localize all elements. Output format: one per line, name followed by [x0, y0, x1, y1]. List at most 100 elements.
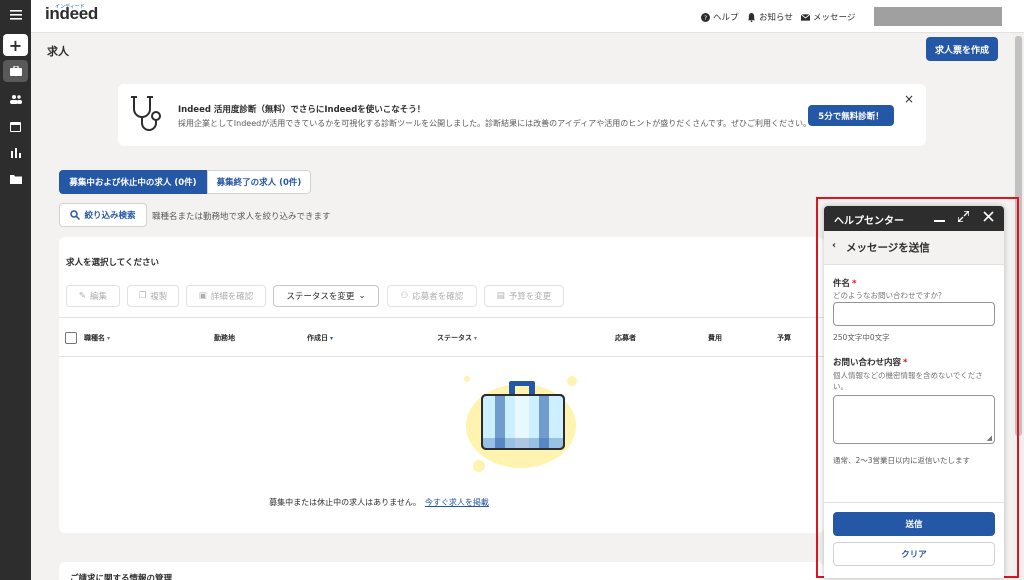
svg-text:?: ?	[704, 15, 707, 22]
tab-open-jobs[interactable]: 募集中および休止中の求人 (0件)	[59, 170, 207, 194]
promo-banner: Indeed 活用度診断（無料）でさらにIndeedを使いこなそう！ 採用企業と…	[118, 84, 926, 146]
select-all-checkbox[interactable]	[65, 332, 77, 344]
logo-subtitle: インディード	[55, 4, 85, 10]
filter-search-button[interactable]: 絞り込み検索	[59, 203, 147, 227]
filter-search-label: 絞り込み検索	[84, 211, 136, 221]
select-prompt: 求人を選択してください	[66, 258, 159, 268]
close-icon[interactable]: ×	[904, 92, 914, 106]
briefcase-icon[interactable]	[3, 60, 28, 82]
help-panel-subheader: ‹ メッセージを送信	[824, 231, 1004, 265]
notifications-link[interactable]: お知らせ	[747, 11, 793, 23]
column-status[interactable]: ステータス ▾	[437, 333, 477, 343]
bar-chart-icon[interactable]	[3, 142, 28, 164]
sort-icon: ▾	[107, 335, 111, 342]
content-label-text: お問い合わせ内容	[833, 358, 902, 368]
sort-icon: ▾	[474, 335, 478, 342]
column-job-title[interactable]: 職種名 ▾	[84, 333, 110, 343]
page-title: 求人	[47, 45, 69, 58]
copy-button[interactable]: ❐ 複製	[127, 285, 179, 307]
help-center-panel: ヘルプセンター ‹ メッセージを送信 件名 * どのようなお問い合わせですか？ 2…	[824, 206, 1004, 578]
subject-hint: どのようなお問い合わせですか？	[833, 291, 946, 300]
post-job-now-link[interactable]: 今すぐ求人を掲載	[425, 498, 489, 507]
help-icon: ?	[701, 12, 710, 22]
back-chevron-icon[interactable]: ‹	[832, 240, 836, 251]
create-job-button[interactable]: 求人票を作成	[926, 37, 998, 61]
expand-icon[interactable]	[957, 210, 970, 225]
required-marker: *	[903, 358, 908, 368]
bell-icon	[747, 12, 756, 22]
filter-hint: 職種名または勤務地で求人を絞り込みできます	[152, 212, 331, 222]
folder-icon[interactable]	[3, 168, 28, 190]
people-small-icon: ⚇	[400, 291, 409, 301]
change-status-dropdown[interactable]: ステータスを変更 ⌄	[273, 285, 379, 307]
close-panel-icon[interactable]	[983, 211, 994, 225]
details-button[interactable]: ▣ 詳細を確認	[186, 285, 266, 307]
details-label: 詳細を確認	[210, 292, 254, 302]
banner-title: Indeed 活用度診断（無料）でさらにIndeedを使いこなそう！	[178, 105, 426, 115]
reply-time-note: 通常、2～3営業日以内に返信いたします	[833, 456, 971, 465]
jobs-table-card: 求人を選択してください ✎ 編集 ❐ 複製 ▣ 詳細を確認 ステータスを変更 ⌄…	[59, 237, 824, 533]
billing-title: ご請求に関する情報の管理	[70, 574, 173, 580]
budget-icon: ▤	[496, 291, 505, 301]
calendar-icon[interactable]	[3, 115, 28, 137]
send-message-title: メッセージを送信	[846, 242, 930, 254]
status-label: ステータスを変更	[286, 292, 355, 302]
change-budget-button[interactable]: ▤ 予算を変更	[484, 285, 564, 307]
menu-icon[interactable]	[3, 4, 28, 26]
panel-divider	[824, 502, 1004, 503]
people-icon[interactable]	[3, 88, 28, 110]
content-textarea[interactable]: ◢	[833, 395, 995, 444]
tab-closed-jobs[interactable]: 募集終了の求人 (0件)	[207, 170, 311, 194]
help-label: ヘルプ	[713, 13, 739, 23]
required-marker: *	[852, 279, 857, 289]
send-button[interactable]: 送信	[833, 512, 995, 536]
column-budget: 予算	[777, 334, 791, 342]
search-icon	[70, 210, 81, 220]
column-created-label: 作成日	[307, 334, 328, 342]
chevron-down-icon: ⌄	[358, 291, 366, 301]
column-applicants: 応募者	[615, 334, 636, 342]
budget-label: 予算を変更	[508, 292, 552, 302]
pencil-icon: ✎	[78, 291, 87, 301]
minimize-icon[interactable]	[934, 211, 945, 225]
help-panel-title: ヘルプセンター	[834, 216, 904, 227]
copy-icon: ❐	[138, 291, 147, 301]
stethoscope-icon	[131, 96, 161, 131]
billing-card: ご請求に関する情報の管理	[59, 562, 824, 580]
char-counter: 250文字中0文字	[833, 333, 890, 342]
view-applicants-button[interactable]: ⚇ 応募者を確認	[387, 285, 477, 307]
clear-button[interactable]: クリア	[833, 542, 995, 566]
empty-state-text: 募集中または休止中の求人はありません。	[269, 498, 421, 507]
applicants-label: 応募者を確認	[412, 292, 464, 302]
subject-input[interactable]	[833, 302, 995, 326]
subject-label: 件名 *	[833, 277, 856, 289]
content-label: お問い合わせ内容 *	[833, 356, 907, 368]
free-diagnosis-button[interactable]: 5分で無料診断！	[808, 105, 894, 126]
sort-active-icon: ▾	[330, 335, 334, 342]
help-link[interactable]: ? ヘルプ	[701, 11, 739, 23]
column-location: 勤務地	[214, 334, 235, 342]
subject-label-text: 件名	[833, 279, 851, 289]
edit-button[interactable]: ✎ 編集	[66, 285, 120, 307]
help-panel-header: ヘルプセンター	[824, 206, 1004, 231]
banner-text: 採用企業としてIndeedが活用できているかを可視化する診断ツールを公開しました…	[178, 119, 812, 128]
notifications-label: お知らせ	[759, 13, 793, 23]
table-header: 職種名 ▾ 勤務地 作成日 ▾ ステータス ▾ 応募者 費用 予算	[59, 317, 824, 357]
empty-state-message: 募集中または休止中の求人はありません。 今すぐ求人を掲載	[59, 497, 699, 508]
column-job-title-label: 職種名	[84, 334, 105, 342]
add-icon[interactable]: +	[3, 34, 28, 56]
briefcase-small-icon: ▣	[198, 291, 207, 301]
column-created[interactable]: 作成日 ▾	[307, 333, 333, 343]
top-header: indeed インディード ? ヘルプ お知らせ メッセージ	[31, 0, 1024, 33]
resize-handle-icon[interactable]: ◢	[987, 434, 992, 442]
left-nav-rail: +	[0, 0, 31, 580]
column-cost: 費用	[708, 334, 722, 342]
mail-icon	[801, 13, 810, 21]
copy-label: 複製	[150, 292, 168, 302]
edit-label: 編集	[90, 292, 108, 302]
empty-briefcase-illustration	[464, 376, 577, 472]
column-status-label: ステータス	[437, 334, 472, 342]
content-hint: 個人情報などの機密情報を含めないでください。	[833, 371, 983, 391]
account-menu[interactable]	[874, 7, 1002, 26]
messages-link[interactable]: メッセージ	[801, 11, 855, 23]
